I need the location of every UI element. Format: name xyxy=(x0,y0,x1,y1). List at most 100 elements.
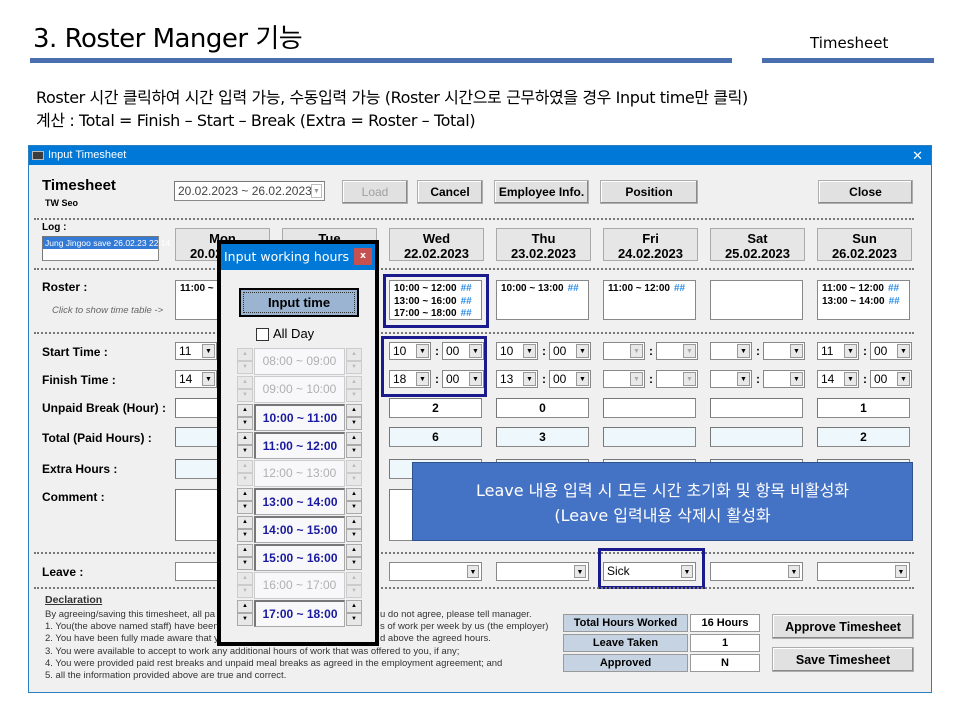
arrow-down-icon[interactable]: ▼ xyxy=(237,445,253,458)
arrow-up-icon[interactable]: ▲ xyxy=(346,516,362,529)
load-button[interactable]: Load xyxy=(342,180,408,204)
start-minute-sat[interactable]: ▼ xyxy=(763,342,805,360)
arrow-down-icon[interactable]: ▼ xyxy=(346,585,362,598)
arrow-down-icon[interactable]: ▼ xyxy=(237,529,253,542)
time-slot-label[interactable]: 11:00 ~ 12:00 xyxy=(254,432,345,459)
start-minute-sun[interactable]: 00 ▼ xyxy=(870,342,912,360)
spinner-right[interactable]: ▲ ▼ xyxy=(346,516,362,543)
log-list[interactable]: Jung Jingoo save 26.02.23 22:14 xyxy=(42,236,170,261)
arrow-up-icon[interactable]: ▲ xyxy=(237,572,253,585)
log-entry[interactable]: Jung Jingoo save 26.02.23 22:14 xyxy=(43,237,170,249)
arrow-down-icon[interactable]: ▼ xyxy=(237,473,253,486)
arrow-up-icon[interactable]: ▲ xyxy=(346,572,362,585)
start-hour-sun[interactable]: 11 ▼ xyxy=(817,342,859,360)
arrow-up-icon[interactable]: ▲ xyxy=(346,460,362,473)
finish-hour-sun[interactable]: 14 ▼ xyxy=(817,370,859,388)
arrow-down-icon[interactable]: ▼ xyxy=(346,473,362,486)
finish-hour-thu[interactable]: 13 ▼ xyxy=(496,370,538,388)
time-slot[interactable]: ▲ ▼ 11:00 ~ 12:00 ▲ ▼ xyxy=(237,432,362,459)
arrow-down-icon[interactable]: ▼ xyxy=(237,501,253,514)
employee-info-button[interactable]: Employee Info. xyxy=(494,180,589,204)
roster-fri[interactable]: 11:00 ~ 12:00 ## xyxy=(603,280,696,320)
time-slot-label[interactable]: 15:00 ~ 16:00 xyxy=(254,544,345,571)
arrow-up-icon[interactable]: ▲ xyxy=(346,376,362,389)
finish-minute-fri[interactable]: ▼ xyxy=(656,370,698,388)
spinner-left[interactable]: ▲ ▼ xyxy=(237,544,253,571)
unpaid-break-thu[interactable]: 0 xyxy=(496,398,589,418)
arrow-down-icon[interactable]: ▼ xyxy=(346,557,362,570)
finish-hour-fri[interactable]: ▼ xyxy=(603,370,645,388)
time-slot[interactable]: ▲ ▼ 13:00 ~ 14:00 ▲ ▼ xyxy=(237,488,362,515)
time-slot[interactable]: ▲ ▼ 09:00 ~ 10:00 ▲ ▼ xyxy=(237,376,362,403)
spinner-left[interactable]: ▲ ▼ xyxy=(237,488,253,515)
start-hour-mon[interactable]: 11 ▼ xyxy=(175,342,217,360)
start-minute-fri[interactable]: ▼ xyxy=(656,342,698,360)
roster-thu[interactable]: 10:00 ~ 13:00 ## xyxy=(496,280,589,320)
unpaid-break-wed[interactable]: 2 xyxy=(389,398,482,418)
time-slot-label[interactable]: 12:00 ~ 13:00 xyxy=(254,460,345,487)
arrow-up-icon[interactable]: ▲ xyxy=(346,544,362,557)
time-slot-label[interactable]: 14:00 ~ 15:00 xyxy=(254,516,345,543)
arrow-up-icon[interactable]: ▲ xyxy=(237,544,253,557)
spinner-left[interactable]: ▲ ▼ xyxy=(237,572,253,599)
time-slot-label[interactable]: 09:00 ~ 10:00 xyxy=(254,376,345,403)
arrow-down-icon[interactable]: ▼ xyxy=(346,417,362,430)
spinner-right[interactable]: ▲ ▼ xyxy=(346,376,362,403)
arrow-up-icon[interactable]: ▲ xyxy=(346,488,362,501)
spinner-left[interactable]: ▲ ▼ xyxy=(237,600,253,627)
all-day-checkbox[interactable] xyxy=(256,328,269,341)
arrow-up-icon[interactable]: ▲ xyxy=(237,460,253,473)
leave-select-thu[interactable]: ▼ xyxy=(496,562,589,581)
arrow-up-icon[interactable]: ▲ xyxy=(346,404,362,417)
time-slot[interactable]: ▲ ▼ 16:00 ~ 17:00 ▲ ▼ xyxy=(237,572,362,599)
leave-select-sat[interactable]: ▼ xyxy=(710,562,803,581)
position-button[interactable]: Position xyxy=(600,180,698,204)
arrow-down-icon[interactable]: ▼ xyxy=(237,613,253,626)
time-slot-label[interactable]: 10:00 ~ 11:00 xyxy=(254,404,345,431)
finish-hour-sat[interactable]: ▼ xyxy=(710,370,752,388)
arrow-up-icon[interactable]: ▲ xyxy=(237,488,253,501)
arrow-down-icon[interactable]: ▼ xyxy=(237,389,253,402)
time-slot-label[interactable]: 16:00 ~ 17:00 xyxy=(254,572,345,599)
spinner-left[interactable]: ▲ ▼ xyxy=(237,348,253,375)
start-hour-sat[interactable]: ▼ xyxy=(710,342,752,360)
spinner-left[interactable]: ▲ ▼ xyxy=(237,404,253,431)
start-minute-thu[interactable]: 00 ▼ xyxy=(549,342,591,360)
close-button[interactable]: Close xyxy=(818,180,913,204)
time-slot-label[interactable]: 13:00 ~ 14:00 xyxy=(254,488,345,515)
arrow-up-icon[interactable]: ▲ xyxy=(346,600,362,613)
finish-minute-sat[interactable]: ▼ xyxy=(763,370,805,388)
arrow-down-icon[interactable]: ▼ xyxy=(237,557,253,570)
cancel-button[interactable]: Cancel xyxy=(417,180,483,204)
unpaid-break-fri[interactable] xyxy=(603,398,696,418)
spinner-right[interactable]: ▲ ▼ xyxy=(346,572,362,599)
arrow-down-icon[interactable]: ▼ xyxy=(346,389,362,402)
arrow-up-icon[interactable]: ▲ xyxy=(237,432,253,445)
arrow-down-icon[interactable]: ▼ xyxy=(346,529,362,542)
spinner-right[interactable]: ▲ ▼ xyxy=(346,460,362,487)
time-slot[interactable]: ▲ ▼ 10:00 ~ 11:00 ▲ ▼ xyxy=(237,404,362,431)
roster-sun[interactable]: 11:00 ~ 12:00 ## 13:00 ~ 14:00 ## xyxy=(817,280,910,320)
arrow-down-icon[interactable]: ▼ xyxy=(237,361,253,374)
input-time-button[interactable]: Input time xyxy=(239,288,359,317)
spinner-left[interactable]: ▲ ▼ xyxy=(237,376,253,403)
arrow-down-icon[interactable]: ▼ xyxy=(237,585,253,598)
save-timesheet-button[interactable]: Save Timesheet xyxy=(772,647,914,672)
week-select[interactable]: 20.02.2023 ~ 26.02.2023 ▼ xyxy=(174,181,325,201)
unpaid-break-sun[interactable]: 1 xyxy=(817,398,910,418)
arrow-down-icon[interactable]: ▼ xyxy=(346,501,362,514)
spinner-left[interactable]: ▲ ▼ xyxy=(237,432,253,459)
spinner-right[interactable]: ▲ ▼ xyxy=(346,600,362,627)
spinner-right[interactable]: ▲ ▼ xyxy=(346,488,362,515)
spinner-right[interactable]: ▲ ▼ xyxy=(346,432,362,459)
approve-timesheet-button[interactable]: Approve Timesheet xyxy=(772,614,914,639)
arrow-up-icon[interactable]: ▲ xyxy=(237,376,253,389)
leave-select-sun[interactable]: ▼ xyxy=(817,562,910,581)
arrow-up-icon[interactable]: ▲ xyxy=(237,600,253,613)
unpaid-break-sat[interactable] xyxy=(710,398,803,418)
time-slot-label[interactable]: 17:00 ~ 18:00 xyxy=(254,600,345,627)
finish-minute-thu[interactable]: 00 ▼ xyxy=(549,370,591,388)
time-slot[interactable]: ▲ ▼ 14:00 ~ 15:00 ▲ ▼ xyxy=(237,516,362,543)
time-slot-label[interactable]: 08:00 ~ 09:00 xyxy=(254,348,345,375)
arrow-down-icon[interactable]: ▼ xyxy=(346,445,362,458)
